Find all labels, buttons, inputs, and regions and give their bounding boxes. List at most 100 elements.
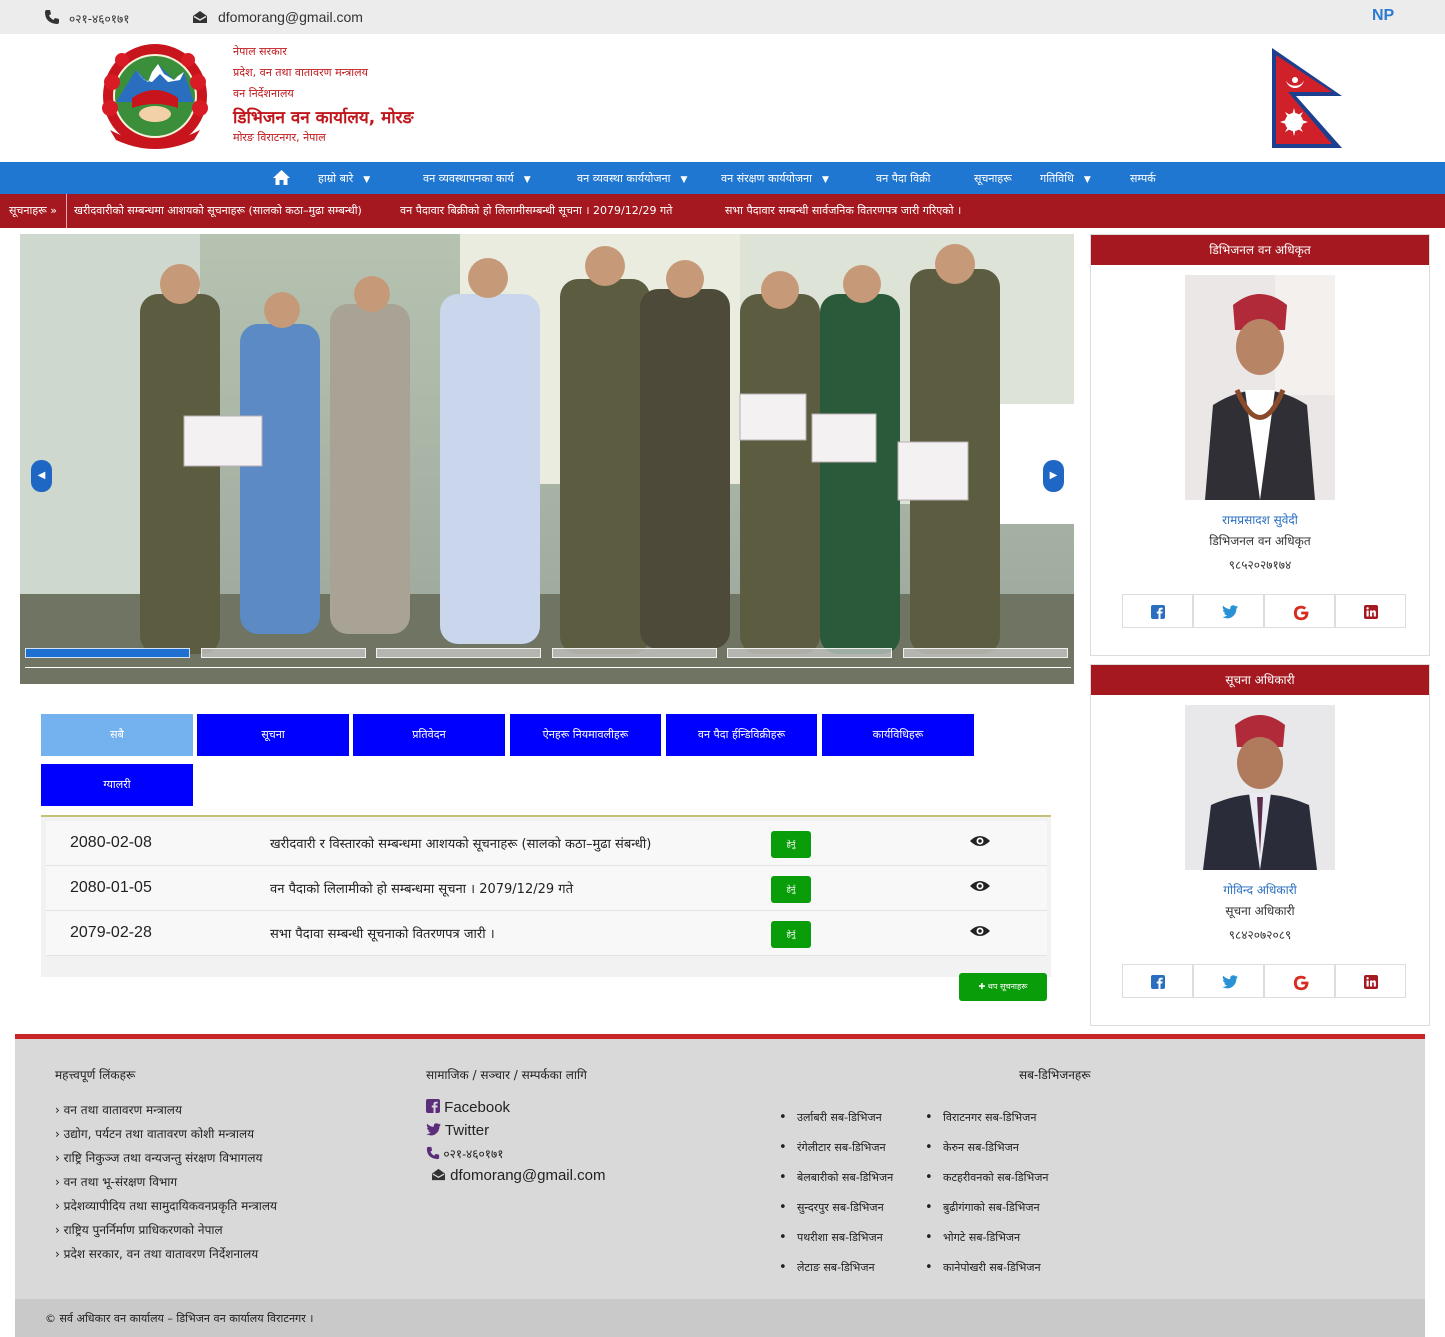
nav-item-contact[interactable]: सम्पर्क [1130, 171, 1156, 186]
subdivision-link[interactable]: भोगटे सब-डिभिजन [925, 1230, 1020, 1245]
footer-link[interactable]: › प्रदेश सरकार, वन तथा वातावरण निर्देशना… [55, 1245, 258, 1262]
ticker-item[interactable]: वन पैदावार बिक्रीको हो लिलामीसम्बन्धी सू… [400, 203, 672, 218]
footer-link[interactable]: › राष्ट्रि निकुञ्ज तथा वन्यजन्तु संरक्षण… [55, 1149, 262, 1166]
chevron-right-icon: ▶ [1049, 470, 1058, 481]
facebook-share-button[interactable] [1122, 594, 1193, 628]
google-share-button[interactable] [1264, 964, 1335, 998]
nepal-emblem-logo[interactable] [92, 42, 218, 150]
ticker-item[interactable]: सभा पैदावार सम्बन्धी सार्वजनिक वितरणपत्र… [725, 203, 961, 218]
footer-twitter-link[interactable]: Twitter [426, 1122, 489, 1139]
subdivision-link[interactable]: लेटाङ सब-डिभिजन [779, 1260, 875, 1275]
tab-gallery[interactable]: ग्यालरी [41, 764, 193, 806]
facebook-share-button[interactable] [1122, 964, 1193, 998]
office-name: डिभिजन वन कार्यालय, मोरङ [233, 108, 414, 128]
subdivision-link[interactable]: उर्लाबरी सब-डिभिजन [779, 1110, 882, 1125]
linkedin-share-button[interactable] [1335, 594, 1406, 628]
slider-progress [25, 646, 1071, 668]
slider-prev-button[interactable]: ◀ [31, 460, 52, 492]
subdivision-link[interactable]: कटहरीवनको सब-डिभिजन [925, 1170, 1049, 1185]
slider-dot[interactable] [727, 648, 892, 658]
slider-next-button[interactable]: ▶ [1043, 460, 1064, 492]
footer-link[interactable]: › उद्योग, पर्यटन तथा वातावरण कोशी मन्त्र… [55, 1125, 254, 1142]
subdivision-link[interactable]: सुन्दरपुर सब-डिभिजन [779, 1200, 884, 1215]
google-share-button[interactable] [1264, 594, 1335, 628]
subdivision-link[interactable]: पथरीशा सब-डिभिजन [779, 1230, 883, 1245]
top-phone-number: ०२१-४६०१७१ [69, 12, 130, 26]
officer-name: रामप्रसादश सुवेदी [1222, 513, 1298, 527]
subdivision-link[interactable]: कानेपोखरी सब-डिभिजन [925, 1260, 1041, 1275]
officer-social-links [1122, 964, 1406, 998]
officer-social-links [1122, 594, 1406, 628]
caret-down-icon: ▼ [680, 175, 688, 185]
slider-dot[interactable] [25, 648, 190, 658]
eye-icon[interactable] [970, 834, 990, 848]
footer-facebook-link[interactable]: Facebook [426, 1099, 510, 1116]
twitter-share-button[interactable] [1193, 964, 1264, 998]
tab-reports[interactable]: प्रतिवेदन [353, 714, 505, 756]
chevron-right-icon: › [55, 1223, 64, 1237]
language-switch[interactable]: NP [1372, 7, 1394, 25]
eye-icon[interactable] [970, 924, 990, 938]
envelope-icon [193, 11, 207, 23]
tab-acts-rules[interactable]: ऐनहरू नियमावलीहरू [510, 714, 661, 756]
table-row[interactable]: 2080-01-05 वन पैदाको लिलामीको हो सम्बन्ध… [46, 866, 1047, 911]
subdivision-link[interactable]: रंगेलीटार सब-डिभिजन [779, 1140, 886, 1155]
subdivision-link[interactable]: बुढीगंगाको सब-डिभिजन [925, 1200, 1040, 1215]
footer-link[interactable]: › प्रदेशव्यापीदिय तथा सामुदायिकवनप्रकृति… [55, 1197, 277, 1214]
twitter-icon [426, 1123, 441, 1136]
plus-icon: ✚ [978, 982, 988, 991]
tab-notices[interactable]: सूचना [197, 714, 349, 756]
google-icon [1293, 605, 1309, 621]
news-ticker: सूचनाहरू » खरीदवारीको सम्बन्धमा आशयको सू… [0, 194, 1445, 228]
view-more-button[interactable]: ✚ थप सूचनाहरू [959, 973, 1047, 1001]
notice-title[interactable]: खरीदवारी र विस्तारको सम्बन्धमा आशयको सूच… [270, 834, 651, 852]
linkedin-share-button[interactable] [1335, 964, 1406, 998]
eye-icon[interactable] [970, 879, 990, 893]
slider-dot[interactable] [376, 648, 541, 658]
facebook-icon [1151, 605, 1165, 619]
nav-item-about[interactable]: हाम्रो बारे ▼ [318, 171, 370, 186]
nav-item-forest-products-sale[interactable]: वन पैदा विक्री [876, 171, 930, 186]
ticker-label: सूचनाहरू » [0, 194, 67, 228]
twitter-icon [1222, 605, 1238, 619]
subdivision-link[interactable]: विराटनगर सब-डिभिजन [925, 1110, 1037, 1125]
notice-title[interactable]: सभा पैदावा सम्बन्धी सूचनाको वितरणपत्र जा… [270, 924, 495, 942]
nav-item-forest-workplan[interactable]: वन व्यवस्था कार्ययोजना ▼ [577, 171, 687, 186]
table-row[interactable]: 2079-02-28 सभा पैदावा सम्बन्धी सूचनाको व… [46, 911, 1047, 956]
slide-photo [20, 234, 1074, 684]
tab-forest-products[interactable]: वन पैदा र्हन्डिविक्रीहरू [666, 714, 817, 756]
footer-link[interactable]: › राष्ट्रिय पुनर्निर्माण प्राधिकरणको नेप… [55, 1221, 223, 1238]
social-heading: सामाजिक / सञ्चार / सम्पर्कका लागि [426, 1068, 587, 1082]
top-email[interactable]: dfomorang@gmail.com [218, 9, 363, 25]
footer-link[interactable]: › वन तथा भू-संरक्षण विभाग [55, 1173, 177, 1190]
download-button[interactable]: हेर्नु [771, 921, 811, 948]
nav-item-forest-management[interactable]: वन व्यवस्थापनका कार्य ▼ [423, 171, 531, 186]
tab-all[interactable]: सबै [41, 714, 193, 756]
phone-icon [45, 10, 59, 24]
nav-item-conservation-plan[interactable]: वन संरक्षण कार्ययोजना ▼ [721, 171, 829, 186]
government-title-block: नेपाल सरकार प्रदेश, वन तथा वातावरण मन्त्… [233, 44, 413, 151]
footer-link[interactable]: › वन तथा वातावरण मन्त्रालय [55, 1101, 182, 1118]
download-button[interactable]: हेर्नु [771, 876, 811, 903]
slider-dot[interactable] [903, 648, 1068, 658]
footer-email[interactable]: dfomorang@gmail.com [431, 1167, 605, 1184]
chevron-right-icon: › [55, 1199, 64, 1213]
nav-item-activities[interactable]: गतिविधि ▼ [1040, 171, 1091, 186]
ticker-item[interactable]: खरीदवारीको सम्बन्धमा आशयको सूचनाहरू (साल… [74, 203, 362, 218]
chevron-right-icon: › [55, 1247, 64, 1261]
notice-title[interactable]: वन पैदाको लिलामीको हो सम्बन्धमा सूचना । … [270, 879, 573, 897]
nav-item-notices[interactable]: सूचनाहरू [974, 171, 1012, 186]
download-button[interactable]: हेर्नु [771, 831, 811, 858]
gov-line-1: नेपाल सरकार [233, 45, 287, 58]
chevron-right-icon: › [55, 1151, 64, 1165]
officer-phone: ९८४२०७२०८९ [1228, 928, 1292, 942]
subdivision-link[interactable]: केरुन सब-डिभिजन [925, 1140, 1019, 1155]
table-row[interactable]: 2080-02-08 खरीदवारी र विस्तारको सम्बन्धम… [46, 821, 1047, 866]
main-navigation: हाम्रो बारे ▼ वन व्यवस्थापनका कार्य ▼ वन व… [0, 162, 1445, 194]
slider-dot[interactable] [201, 648, 366, 658]
slider-dot[interactable] [552, 648, 717, 658]
twitter-share-button[interactable] [1193, 594, 1264, 628]
home-icon[interactable] [273, 170, 290, 185]
tab-procedures[interactable]: कार्यविधिहरू [822, 714, 974, 756]
subdivision-link[interactable]: बेलबारीको सब-डिभिजन [779, 1170, 893, 1185]
